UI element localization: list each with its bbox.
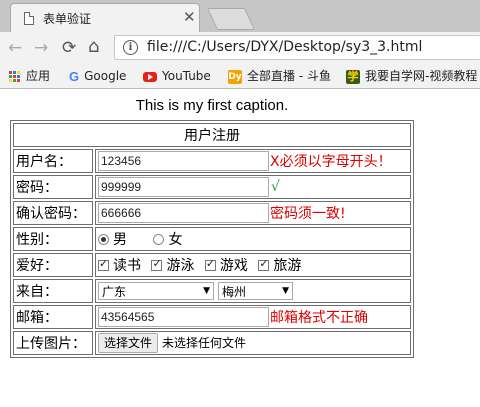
confirm-password-input[interactable]: 666666 (98, 203, 269, 223)
password-ok-mark: √ (271, 179, 280, 195)
zixue-icon: 学 (346, 69, 360, 84)
hobby-option-label: 游戏 (219, 258, 248, 274)
checkbox-travel[interactable] (258, 257, 270, 271)
password-input[interactable]: 999999 (98, 177, 269, 197)
address-bar[interactable]: i file:///C:/Users/DYX/Desktop/sy3_3.htm… (114, 35, 480, 60)
gender-option-female[interactable]: 女 (153, 229, 182, 249)
hobby-gaming[interactable]: 游戏 (204, 255, 248, 275)
back-arrow-icon[interactable]: ← (8, 38, 22, 58)
tab-title: 表单验证 (43, 12, 92, 26)
tab-strip: 表单验证 ✕ (0, 0, 480, 33)
hobby-option-label: 读书 (113, 258, 141, 274)
username-error: X必须以字母开头！ (270, 154, 392, 170)
hobby-reading[interactable]: 读书 (98, 255, 141, 275)
table-row: 来自： 广东 ▼ 梅州 ▼ (13, 279, 411, 303)
checkbox-swimming[interactable] (151, 257, 163, 271)
upload-label: 上传图片： (13, 331, 93, 355)
gender-option-male[interactable]: 男 (98, 229, 127, 249)
city-select[interactable]: 梅州 ▼ (218, 282, 293, 300)
username-input[interactable]: 123456 (98, 151, 269, 171)
confirm-password-label: 确认密码： (13, 201, 93, 225)
bookmark-label: 应用 (26, 69, 51, 83)
bookmark-google[interactable]: G Google (69, 67, 126, 85)
bookmarks-bar: 应用 G Google YouTube Dy 全部直播 - 斗鱼 学我要自学网-视频… (0, 64, 480, 89)
url-text[interactable]: file:///C:/Users/DYX/Desktop/sy3_3.html (147, 39, 422, 55)
email-label: 邮箱： (13, 305, 93, 329)
email-error: 邮箱格式不正确 (270, 310, 368, 326)
table-row: 用户名： 123456 X必须以字母开头！ (13, 149, 411, 173)
home-icon[interactable]: ⌂ (88, 37, 99, 57)
gender-option-label: 男 (113, 232, 127, 248)
page-icon (24, 12, 34, 25)
table-row: 爱好： 读书 游泳 游戏 旅游 (13, 253, 411, 277)
radio-male[interactable] (98, 233, 109, 245)
choose-file-button[interactable]: 选择文件 (98, 333, 159, 353)
bookmark-label: YouTube (162, 69, 211, 83)
table-row: 上传图片： 选择文件 未选择任何文件 (13, 331, 411, 355)
bookmark-zixue[interactable]: 学我要自学网-视频教程 (346, 67, 477, 85)
bookmark-label: 我要自学网-视频教程 (365, 69, 478, 83)
hobby-label: 爱好： (13, 253, 93, 277)
table-row: 密码： 999999 √ (13, 175, 411, 199)
info-icon[interactable]: i (123, 40, 138, 55)
douyu-icon: Dy (228, 69, 242, 84)
province-select[interactable]: 广东 ▼ (98, 282, 214, 300)
checkbox-reading[interactable] (98, 257, 109, 271)
hobby-swimming[interactable]: 游泳 (151, 255, 194, 275)
province-value: 广东 (102, 284, 127, 299)
bookmark-label: 全部直播 - 斗鱼 (247, 69, 331, 83)
forward-arrow-icon[interactable]: → (34, 38, 48, 58)
dropdown-arrow-icon: ▼ (282, 286, 289, 296)
apps-grid-icon (9, 70, 21, 83)
hobby-travel[interactable]: 旅游 (258, 255, 301, 275)
table-row: 邮箱： 43564565 邮箱格式不正确 (13, 305, 411, 329)
city-value: 梅州 (222, 284, 247, 299)
new-tab-button[interactable] (206, 8, 256, 30)
hobby-option-label: 游泳 (166, 258, 195, 274)
close-tab-icon[interactable]: ✕ (183, 8, 196, 26)
confirm-password-error: 密码须一致! (270, 206, 346, 222)
origin-label: 来自： (13, 279, 93, 303)
dropdown-arrow-icon: ▼ (203, 286, 210, 296)
password-label: 密码： (13, 175, 93, 199)
gender-option-label: 女 (168, 232, 183, 248)
bookmark-label: Google (84, 69, 127, 83)
bookmark-youtube[interactable]: YouTube (143, 67, 211, 85)
browser-toolbar: ← → ⟳ ⌂ i file:///C:/Users/DYX/Desktop/s… (0, 32, 480, 64)
browser-tab[interactable]: 表单验证 ✕ (10, 3, 200, 33)
bookmark-douyu[interactable]: Dy 全部直播 - 斗鱼 (228, 67, 331, 85)
table-row: 性别： 男 女 (13, 227, 411, 251)
table-caption: This is my first caption. (135, 97, 289, 114)
reload-icon[interactable]: ⟳ (62, 38, 76, 58)
table-row: 确认密码： 666666 密码须一致! (13, 201, 411, 225)
username-label: 用户名： (13, 149, 93, 173)
hobby-option-label: 旅游 (273, 258, 302, 274)
gender-label: 性别： (13, 227, 93, 251)
email-input[interactable]: 43564565 (98, 307, 269, 327)
registration-table: 用户注册 用户名： 123456 X必须以字母开头！ 密码： 999999 √ … (10, 120, 414, 358)
radio-female[interactable] (153, 233, 165, 245)
file-status: 未选择任何文件 (162, 336, 247, 350)
checkbox-gaming[interactable] (204, 257, 216, 271)
google-icon: G (69, 68, 80, 84)
table-header: 用户注册 (13, 123, 411, 147)
bookmark-apps[interactable]: 应用 (9, 67, 50, 85)
youtube-icon (143, 71, 157, 82)
